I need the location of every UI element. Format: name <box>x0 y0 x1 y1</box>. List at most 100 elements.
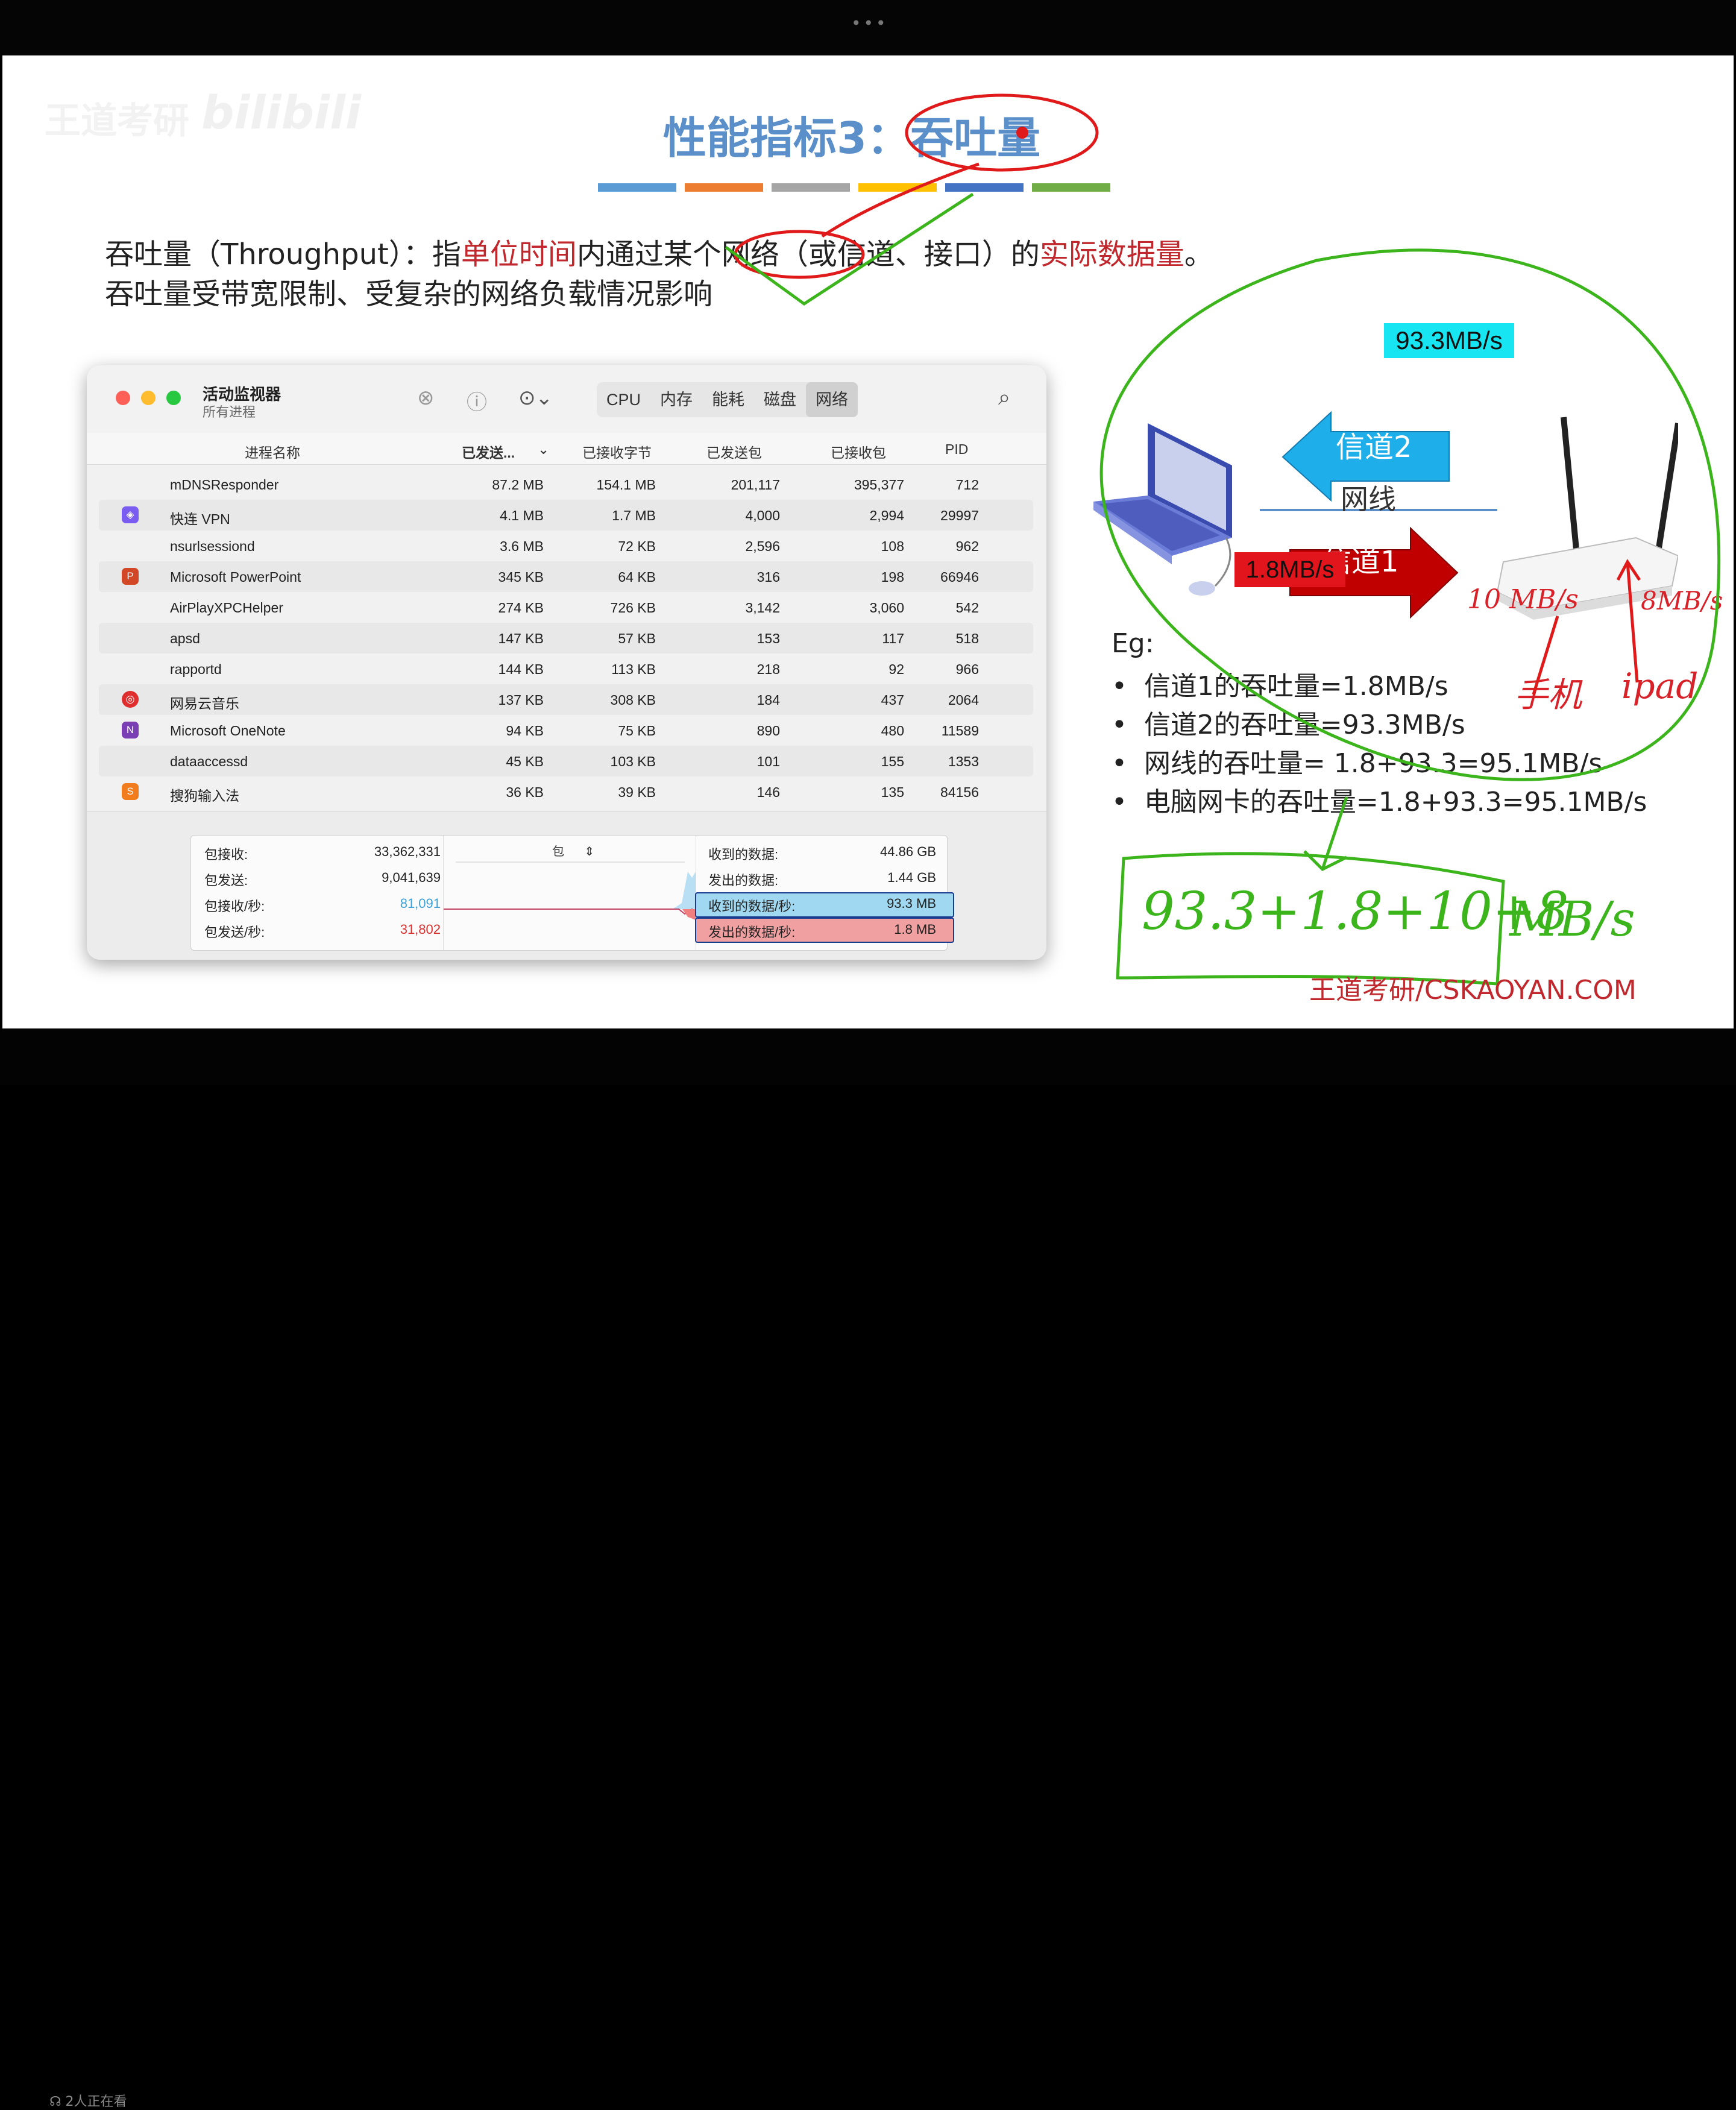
list-item-text: 信道1的吞吐量=1.8MB/s <box>1143 671 1448 702</box>
data-in-value: 44.86 GB <box>880 844 936 859</box>
table-row[interactable]: mDNSResponder 87.2 MB 154.1 MB 201,117 3… <box>99 469 1033 500</box>
sent-packets: 3,142 <box>745 600 780 616</box>
laptop-icon <box>1093 423 1232 596</box>
col-pid[interactable]: PID <box>945 441 968 458</box>
table-row[interactable]: rapportd 144 KB 113 KB 218 92 966 <box>99 653 1033 684</box>
more-dots-icon[interactable]: ••• <box>851 13 888 33</box>
watermark-text: 王道考研 <box>45 100 189 142</box>
color-bar <box>945 183 1024 192</box>
process-name: nsurlsessiond <box>170 538 255 554</box>
definition-line: 吞吐量（Throughput）：指单位时间内通过某个网络（或信道、接口）的实际数… <box>105 230 1213 272</box>
data-in-sec-label: 收到的数据/秒: <box>708 899 796 914</box>
list-item-text: 电脑网卡的吞吐量=1.8+93.3=95.1MB/s <box>1143 787 1647 817</box>
table-row[interactable]: S 搜狗输入法 36 KB 39 KB 146 135 84156 <box>99 776 1033 807</box>
tab-network[interactable]: 网络 <box>806 382 858 417</box>
col-recv-packets[interactable]: 已接收包 <box>831 441 886 462</box>
wire-label: 网线 <box>1341 483 1396 515</box>
recv-packets: 395,377 <box>854 477 904 493</box>
color-bar <box>858 183 937 192</box>
recv-packets: 108 <box>881 538 904 554</box>
sent-packets: 316 <box>756 569 780 585</box>
table-row[interactable]: dataaccessd 45 KB 103 KB 101 155 1353 <box>99 746 1033 776</box>
sort-chevron-down-icon[interactable]: ⌄ <box>538 441 549 458</box>
color-bar <box>772 183 850 192</box>
example-heading: Eg: <box>1112 628 1154 659</box>
col-sent-packets[interactable]: 已发送包 <box>706 441 762 462</box>
recv-packets: 135 <box>881 784 904 800</box>
process-list: mDNSResponder 87.2 MB 154.1 MB 201,117 3… <box>99 469 1033 807</box>
recv-bytes: 72 KB <box>618 538 656 554</box>
packets-in-label: 包接收: <box>204 847 248 862</box>
table-row[interactable]: AirPlayXPCHelper 274 KB 726 KB 3,142 3,0… <box>99 592 1033 623</box>
window-subtitle[interactable]: 所有进程 <box>203 402 256 421</box>
viewer-count: ☊ 2人正在看 <box>49 2091 127 2110</box>
channel2-label: 信道2 <box>1336 430 1412 464</box>
table-row[interactable]: nsurlsessiond 3.6 MB 72 KB 2,596 108 962 <box>99 531 1033 561</box>
stop-process-icon[interactable]: ⊗ <box>417 386 435 410</box>
list-item-text: 信道2的吞吐量=93.3MB/s <box>1143 710 1465 740</box>
handwritten-ipad: ipad <box>1621 666 1699 707</box>
data-out-sec-value: 1.8 MB <box>894 922 936 937</box>
minimize-window-button[interactable] <box>141 391 156 405</box>
pid: 2064 <box>948 692 979 708</box>
process-name: rapportd <box>170 661 222 677</box>
search-icon[interactable]: ⌕ <box>998 385 1010 411</box>
col-process-name[interactable]: 进程名称 <box>245 441 300 462</box>
recv-bytes: 39 KB <box>618 784 656 800</box>
recv-packets: 3,060 <box>869 600 904 616</box>
table-row[interactable]: N Microsoft OneNote 94 KB 75 KB 890 480 … <box>99 715 1033 746</box>
sent-bytes: 94 KB <box>506 723 544 738</box>
table-row[interactable]: P Microsoft PowerPoint 345 KB 64 KB 316 … <box>99 561 1033 592</box>
data-in-label: 收到的数据: <box>708 847 779 862</box>
info-icon[interactable]: ⓘ <box>467 386 487 415</box>
data-in-sec-value: 93.3 MB <box>887 896 936 911</box>
pid: 29997 <box>940 508 979 523</box>
sent-bytes: 3.6 MB <box>500 538 544 554</box>
channel2-rate-label: 93.3MB/s <box>1384 323 1514 358</box>
packets-out-value: 9,041,639 <box>382 870 441 885</box>
data-out-label: 发出的数据: <box>708 873 779 888</box>
netease-music-app-icon: ◎ <box>122 691 139 708</box>
sent-bytes: 144 KB <box>498 661 544 677</box>
definition-line-2: 吞吐量受带宽限制、受复杂的网络负载情况影响 <box>105 277 713 311</box>
tab-bar: CPU 内存 能耗 磁盘 网络 <box>597 382 858 417</box>
tab-cpu[interactable]: CPU <box>597 382 650 417</box>
pid: 962 <box>955 538 979 554</box>
highlight-unit-time: 单位时间 <box>461 238 577 271</box>
sent-packets: 146 <box>756 784 780 800</box>
table-row[interactable]: apsd 147 KB 57 KB 153 117 518 <box>99 623 1033 653</box>
sent-bytes: 45 KB <box>506 754 544 769</box>
recv-bytes: 75 KB <box>618 723 656 738</box>
process-name: apsd <box>170 631 200 646</box>
more-actions-icon[interactable]: ⊙⌄ <box>518 386 553 410</box>
pid: 518 <box>955 631 979 646</box>
pid: 712 <box>955 477 979 493</box>
zoom-window-button[interactable] <box>166 391 181 405</box>
data-out-value: 1.44 GB <box>887 870 936 885</box>
tab-memory[interactable]: 内存 <box>650 382 702 417</box>
handwritten-phone: 手机 <box>1514 676 1582 715</box>
close-window-button[interactable] <box>116 391 130 405</box>
sent-bytes: 36 KB <box>506 784 544 800</box>
tab-energy[interactable]: 能耗 <box>702 382 754 417</box>
table-row[interactable]: ◎ 网易云音乐 137 KB 308 KB 184 437 2064 <box>99 684 1033 715</box>
pid: 11589 <box>941 723 979 738</box>
list-item-text: 网线的吞吐量= 1.8+93.3=95.1MB/s <box>1143 748 1603 779</box>
col-recv-bytes[interactable]: 已接收字节 <box>582 441 652 462</box>
activity-monitor-window: 活动监视器 所有进程 ⊗ ⓘ ⊙⌄ CPU 内存 能耗 磁盘 网络 ⌕ 进程名称… <box>87 365 1046 960</box>
sent-packets: 890 <box>756 723 780 738</box>
tab-disk[interactable]: 磁盘 <box>754 382 806 417</box>
recv-bytes: 103 KB <box>610 754 656 769</box>
process-name: 网易云音乐 <box>170 696 239 711</box>
definition-text: 内通过某个网络（或信道、接口）的 <box>576 238 1040 271</box>
recv-bytes: 64 KB <box>618 569 656 585</box>
table-row[interactable]: ◈ 快连 VPN 4.1 MB 1.7 MB 4,000 2,994 29997 <box>99 500 1033 531</box>
col-sent-bytes[interactable]: 已发送... <box>462 441 515 462</box>
video-top-bar: ••• <box>0 0 1736 55</box>
network-graph: 包 ⇕ <box>443 836 696 950</box>
slide-title: 性能指标3：吞吐量 <box>663 113 1041 163</box>
network-summary: 包接收: 33,362,331 包发送: 9,041,639 包接收/秒: 81… <box>87 811 1046 960</box>
sent-packets: 153 <box>756 631 780 646</box>
sogou-input-app-icon: S <box>122 783 139 800</box>
bilibili-logo: bilibili <box>201 86 362 139</box>
